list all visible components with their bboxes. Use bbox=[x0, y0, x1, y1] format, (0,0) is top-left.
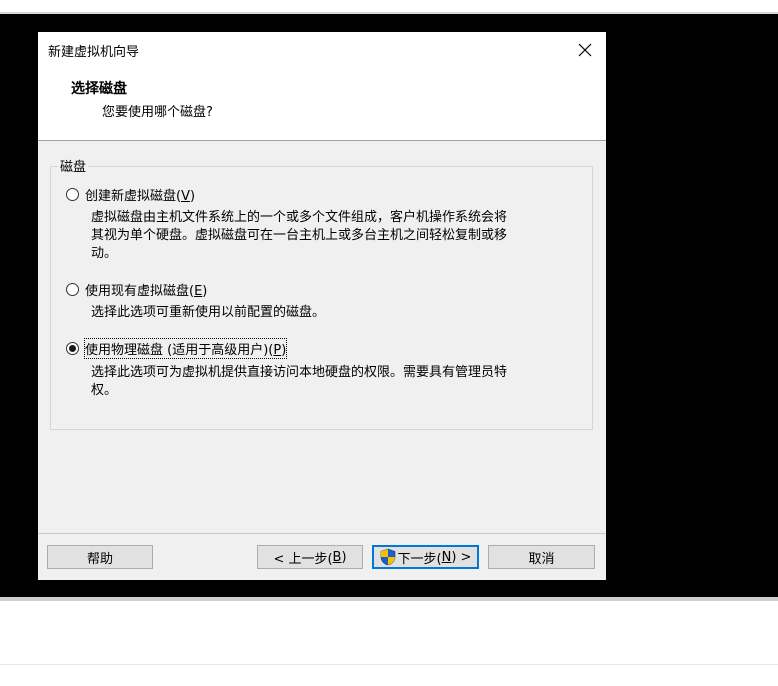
option-create-new-disk[interactable]: 创建新虚拟磁盘(V) bbox=[66, 185, 195, 204]
radio-use-existing-disk[interactable] bbox=[66, 283, 79, 296]
close-button[interactable] bbox=[572, 38, 598, 62]
option-label-create-new-disk[interactable]: 创建新虚拟磁盘(V) bbox=[85, 185, 195, 204]
cancel-button[interactable]: 取消 bbox=[488, 545, 595, 569]
page-heading: 选择磁盘 bbox=[71, 81, 127, 97]
bottom-divider bbox=[0, 664, 778, 665]
option-desc-use-existing-disk: 选择此选项可重新使用以前配置的磁盘。 bbox=[91, 305, 326, 320]
option-desc-use-physical-disk: 选择此选项可为虚拟机提供直接访问本地硬盘的权限。需要具有管理员特 权。 bbox=[91, 365, 508, 398]
option-use-existing-disk[interactable]: 使用现有虚拟磁盘(E) bbox=[66, 280, 207, 299]
option-label-use-existing-disk[interactable]: 使用现有虚拟磁盘(E) bbox=[85, 280, 207, 299]
page-subheading: 您要使用哪个磁盘? bbox=[102, 105, 213, 120]
help-button[interactable]: 帮助 bbox=[47, 545, 153, 569]
uac-shield-icon bbox=[380, 548, 396, 566]
new-vm-wizard-dialog: 新建虚拟机向导 选择磁盘 您要使用哪个磁盘? 磁盘 创建新虚拟磁盘(V) 虚拟磁… bbox=[38, 32, 606, 580]
next-button[interactable]: 下一步(N) > bbox=[372, 545, 479, 569]
close-icon bbox=[578, 43, 592, 57]
backdrop-shadow bbox=[0, 597, 778, 601]
window-title: 新建虚拟机向导 bbox=[48, 45, 140, 60]
radio-use-physical-disk[interactable] bbox=[66, 342, 79, 355]
option-use-physical-disk[interactable]: 使用物理磁盘 (适用于高级用户)(P) bbox=[66, 338, 288, 359]
dialog-header: 新建虚拟机向导 选择磁盘 您要使用哪个磁盘? bbox=[38, 32, 606, 141]
disk-group-legend: 磁盘 bbox=[58, 156, 89, 175]
footer-separator bbox=[38, 533, 606, 534]
back-button[interactable]: < 上一步(B) bbox=[257, 545, 363, 569]
option-desc-create-new-disk: 虚拟磁盘由主机文件系统上的一个或多个文件组成，客户机操作系统会将 其视为单个硬盘… bbox=[91, 210, 508, 261]
option-label-use-physical-disk[interactable]: 使用物理磁盘 (适用于高级用户)(P) bbox=[83, 338, 288, 359]
radio-create-new-disk[interactable] bbox=[66, 188, 79, 201]
